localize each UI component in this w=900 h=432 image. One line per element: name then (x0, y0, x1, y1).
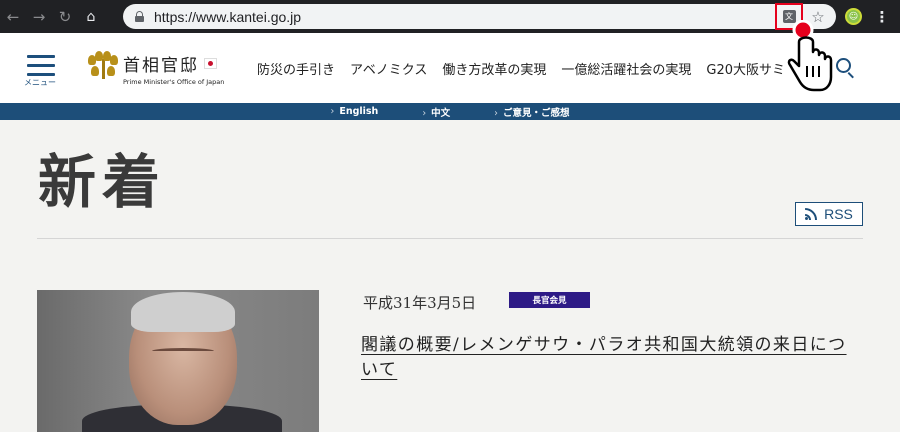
reload-button[interactable]: ↻ (52, 0, 78, 33)
global-nav: 防災の手引き アベノミクス 働き方改革の実現 一億総活躍社会の実現 G20大阪サ… (257, 59, 784, 78)
extension-icon: ☺ (848, 11, 859, 22)
nav-link-dynamic-engagement[interactable]: 一億総活躍社会の実現 (561, 59, 691, 78)
lock-icon[interactable] (135, 11, 144, 22)
address-bar[interactable]: https://www.kantei.go.jp (123, 4, 836, 29)
forward-button[interactable]: → (26, 0, 52, 33)
nav-link-g20-osaka[interactable]: G20大阪サミット (706, 59, 784, 78)
news-title-link[interactable]: 閣議の概要/レメンゲサウ・パラオ共和国大統領の来日について (361, 333, 853, 383)
site-logo[interactable]: 首相官邸 Prime Minister's Office of Japan (88, 51, 224, 86)
paulownia-emblem-icon (88, 51, 118, 81)
back-button[interactable]: ← (0, 0, 26, 33)
search-icon[interactable] (836, 58, 856, 80)
forward-icon: → (32, 7, 46, 26)
news-category-badge: 長官会見 (509, 292, 590, 308)
logo-english-text: Prime Minister's Office of Japan (123, 78, 225, 86)
news-date: 平成31年3月5日 (363, 294, 477, 312)
home-icon: ⌂ (86, 8, 96, 25)
browser-toolbar: ← → ↻ ⌂ https://www.kantei.go.jp 文 ☆ ☺ ⋮ (0, 0, 900, 33)
logo-japanese-text: 首相官邸 (123, 56, 199, 76)
title-divider (37, 238, 863, 239)
nav-link-abenomics[interactable]: アベノミクス (350, 59, 427, 78)
menu-label[interactable]: メニュー (24, 77, 56, 88)
home-button[interactable]: ⌂ (78, 0, 104, 33)
nav-link-work-style-reform[interactable]: 働き方改革の実現 (442, 59, 546, 78)
news-thumbnail-image[interactable] (37, 290, 319, 432)
browser-menu-button[interactable]: ⋮ (874, 6, 890, 28)
rss-label: RSS (824, 206, 853, 222)
subnav-link-feedback[interactable]: › ご意見・ご感想 (494, 105, 569, 119)
site-header: メニュー 首相官邸 Prime Minister's Office of Jap… (0, 33, 900, 103)
subnav-link-english[interactable]: › English (331, 106, 379, 117)
extension-button[interactable]: ☺ (845, 8, 862, 25)
japan-flag-icon (204, 58, 217, 69)
nav-link-disaster-guide[interactable]: 防災の手引き (257, 59, 335, 78)
language-subnav: › English › 中文 › ご意見・ご感想 (0, 103, 900, 120)
reload-icon: ↻ (58, 7, 72, 26)
url-text[interactable]: https://www.kantei.go.jp (154, 9, 301, 25)
rss-icon (805, 208, 818, 220)
rss-button[interactable]: RSS (795, 202, 863, 226)
page-title: 新着 (38, 148, 167, 216)
subnav-link-chinese[interactable]: › 中文 (422, 105, 450, 119)
hand-pointer-cursor-icon (787, 20, 833, 92)
back-icon: ← (6, 7, 20, 26)
menu-dots-icon: ⋮ (874, 8, 890, 26)
